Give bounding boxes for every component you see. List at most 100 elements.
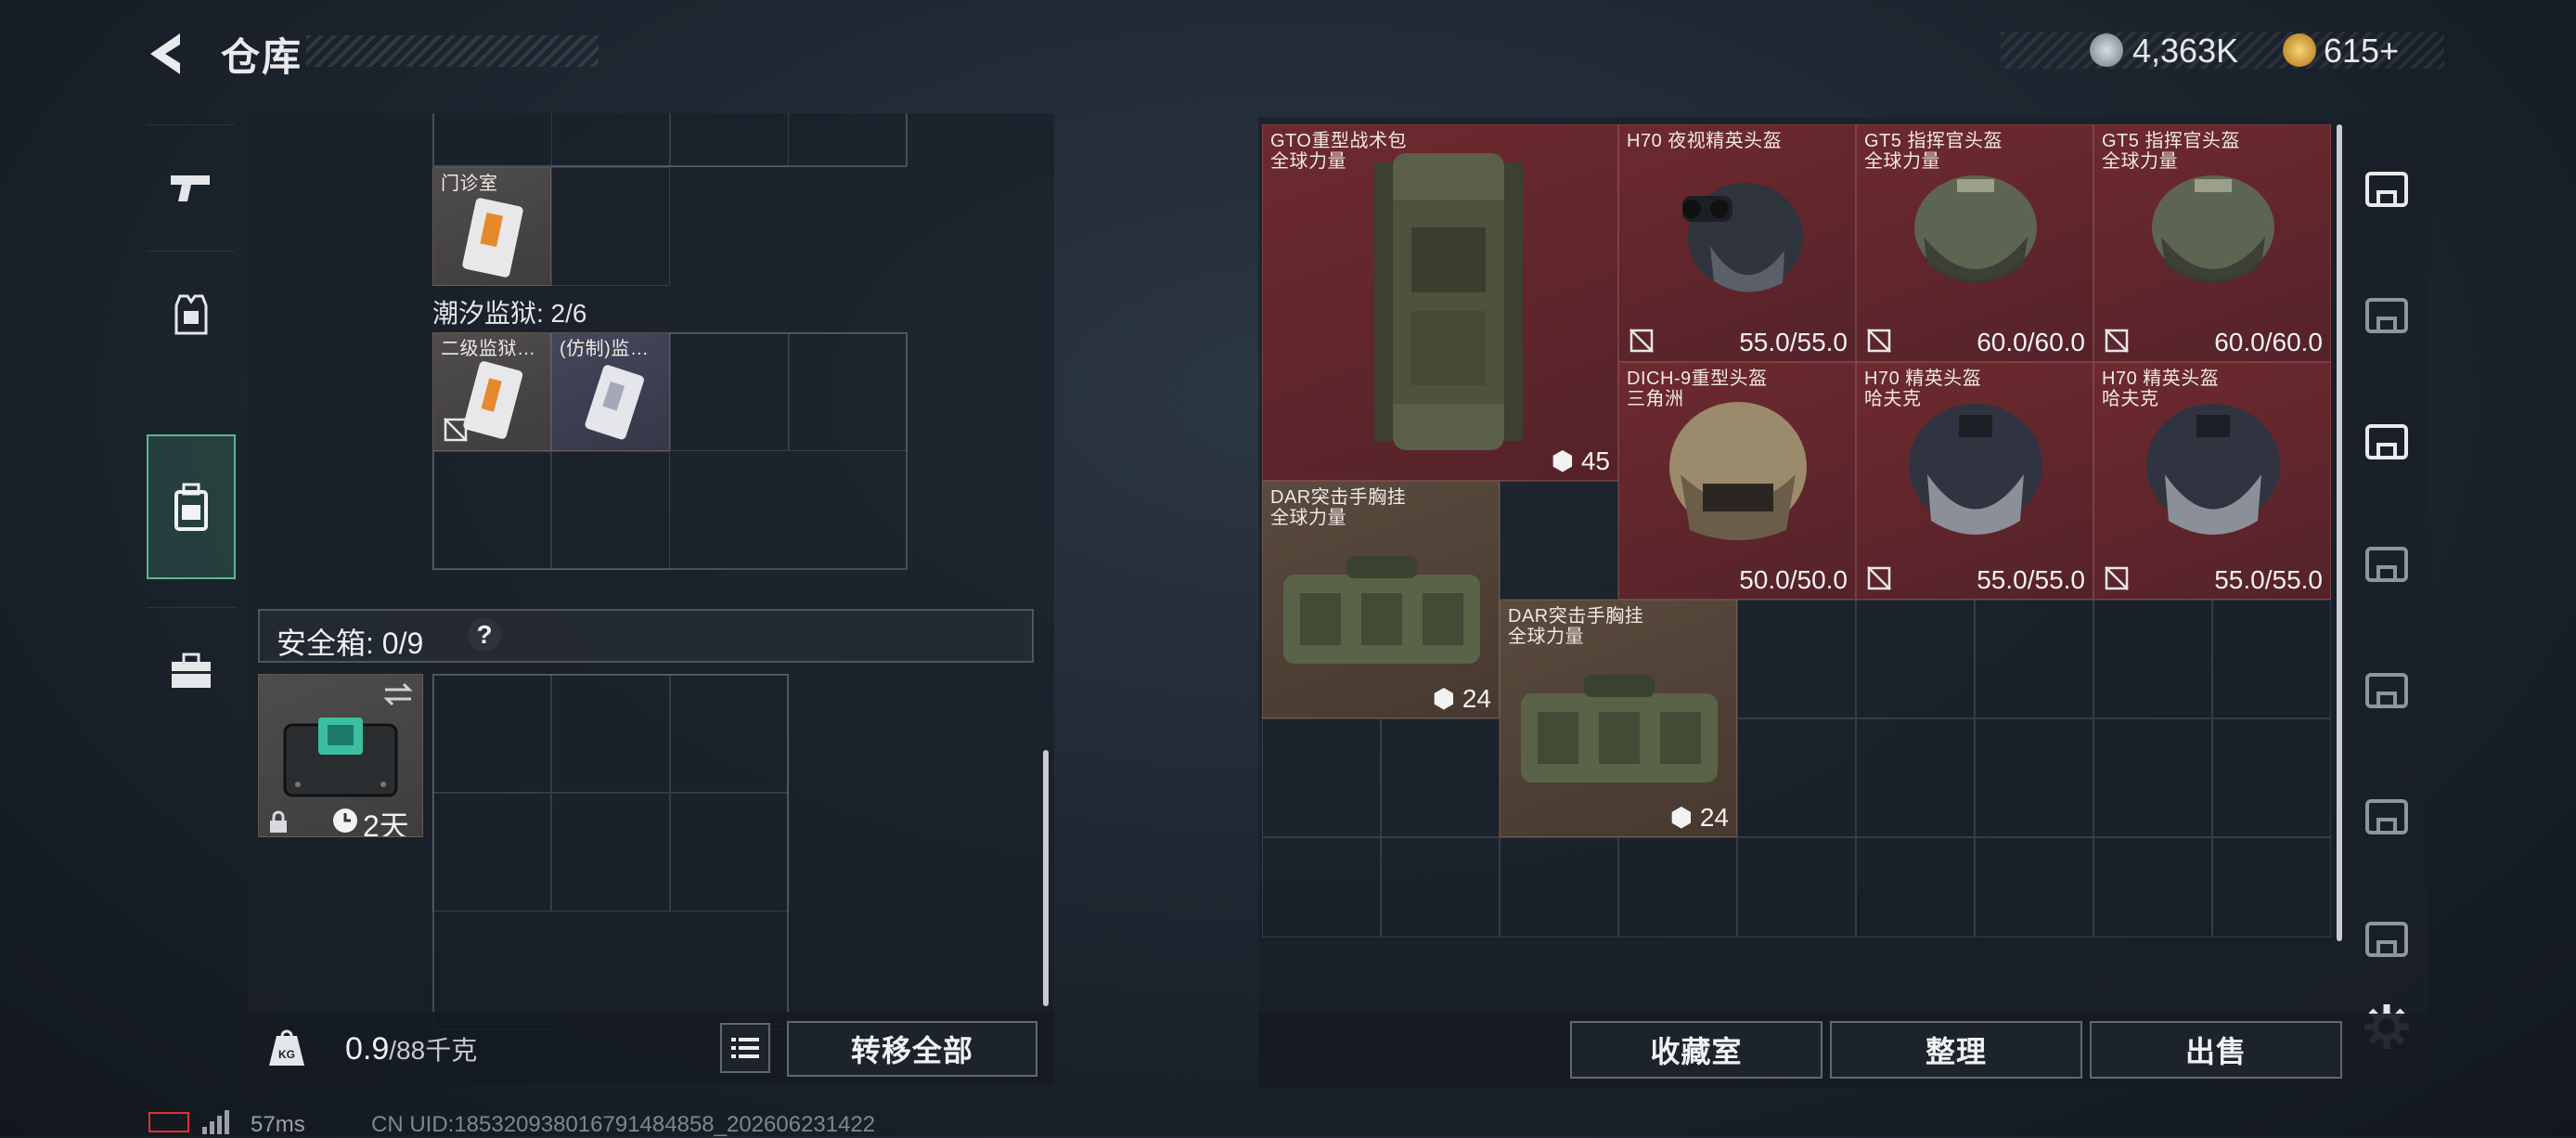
item-faction: 全球力量	[1270, 151, 1346, 172]
grid-cell	[551, 451, 670, 570]
back-arrow-icon[interactable]	[139, 26, 195, 82]
item-name-text: DAR突击手胸挂	[1508, 606, 1644, 627]
grid-cell	[432, 451, 551, 570]
collection-room-button[interactable]: 收藏室	[1570, 1021, 1823, 1079]
capacity-icon: ⬢	[1432, 684, 1462, 713]
capacity-value: 45	[1580, 446, 1610, 475]
stash-item-helmet[interactable]: H70 精英头盔 哈夫克 55.0/55.0	[2093, 362, 2331, 600]
stash-grid-cell	[1737, 600, 1856, 718]
weight-icon: KG	[269, 1029, 304, 1066]
stash-scrollbar[interactable]	[2337, 124, 2342, 941]
item-name-text: DAR突击手胸挂	[1270, 487, 1407, 508]
no-trade-icon	[1867, 329, 1891, 353]
no-trade-icon	[2105, 566, 2129, 590]
item-name-text: H70 精英头盔	[2102, 369, 2220, 389]
keycard-item[interactable]: 二级监狱…	[432, 332, 551, 451]
elite-helmet-icon	[2146, 404, 2280, 535]
nav-weapons[interactable]	[147, 124, 236, 252]
item-name: 门诊室	[441, 174, 498, 194]
item-name: DAR突击手胸挂 全球力量	[1508, 606, 1643, 647]
night-vision-helmet-icon	[1682, 183, 1803, 292]
grid-cell	[551, 793, 670, 912]
stash-item-backpack[interactable]: GTO重型战术包 全球力量 ⬢ 45	[1262, 124, 1618, 481]
stash-item-helmet[interactable]: H70 精英头盔 哈夫克 55.0/55.0	[1856, 362, 2093, 600]
item-name: 二级监狱…	[441, 339, 536, 359]
stash-grid-cell	[1737, 837, 1856, 938]
silver-currency-value: 4,363K	[2132, 32, 2239, 70]
grid-cell	[789, 332, 908, 451]
svg-text:KG: KG	[278, 1048, 295, 1061]
list-view-button[interactable]	[720, 1023, 770, 1073]
nav-armor[interactable]	[147, 251, 236, 378]
no-trade-icon	[444, 418, 468, 442]
stash-grid-cell	[1856, 600, 1975, 718]
elite-helmet-icon	[1909, 404, 2042, 535]
stash-item-helmet[interactable]: GT5 指挥官头盔 全球力量 60.0/60.0	[2093, 124, 2331, 362]
durability: 60.0/60.0	[1977, 328, 2085, 356]
stash-item-chest-rig[interactable]: DAR突击手胸挂 全球力量 ⬢ 24	[1500, 600, 1737, 837]
stash-item-helmet[interactable]: GT5 指挥官头盔 全球力量 60.0/60.0	[1856, 124, 2093, 362]
item-name: (仿制)监…	[560, 339, 650, 359]
ping: 57ms	[251, 1112, 305, 1137]
uid: CN UID:18532093801679148485​8_2026062314…	[371, 1112, 876, 1137]
stash-grid-cell	[1262, 837, 1381, 938]
stash-grid-cell	[1737, 718, 1856, 837]
item-name-text: DICH-9重型头盔	[1627, 369, 1768, 389]
nav-backpack[interactable]	[147, 434, 236, 579]
grid-cell	[670, 793, 789, 912]
item-name: DAR突击手胸挂 全球力量	[1270, 487, 1406, 528]
safebox-label: 安全箱: 0/9	[277, 627, 424, 660]
stash-grid-cell	[1975, 718, 2093, 837]
stash-grid-cell	[1856, 837, 1975, 938]
tier-iv-box-icon[interactable]	[2357, 535, 2416, 594]
stash-item-helmet[interactable]: H70 夜视精英头盔 55.0/55.0	[1618, 124, 1856, 362]
capacity-icon: ⬢	[1551, 446, 1581, 475]
backpack-scrollbar[interactable]	[1043, 750, 1049, 1006]
grid-empty-area	[670, 451, 908, 570]
stash-item-chest-rig[interactable]: DAR突击手胸挂 全球力量 ⬢ 24	[1262, 481, 1500, 718]
stash-item-helmet[interactable]: DICH-9重型头盔 三角洲 50.0/50.0	[1618, 362, 1856, 600]
grid-cell	[670, 674, 789, 793]
transfer-all-button[interactable]: 转移全部	[787, 1021, 1037, 1077]
stash-grid-cell	[1381, 718, 1500, 837]
no-trade-icon	[1629, 329, 1654, 353]
page-title: 仓库	[221, 35, 303, 79]
sell-button[interactable]: 出售	[2090, 1021, 2342, 1079]
sort-button[interactable]: 整理	[1830, 1021, 2082, 1079]
tier-iv-icon[interactable]	[2357, 412, 2416, 472]
stash-grid-cell	[2212, 718, 2331, 837]
battery-icon	[148, 1112, 189, 1132]
list-icon	[731, 1038, 759, 1058]
durability: 55.0/55.0	[1739, 328, 1848, 356]
heavy-helmet-icon	[1669, 402, 1807, 540]
grid-cell	[551, 674, 670, 793]
stash-grid-cell	[1500, 837, 1618, 938]
capacity-value: 24	[1462, 684, 1491, 713]
tier-v-icon[interactable]	[2357, 661, 2416, 720]
commander-helmet-icon	[1914, 175, 2037, 283]
keycard-icon	[462, 198, 523, 278]
weight-readout: 0.9/88千克	[345, 1030, 477, 1067]
grid-cell	[432, 793, 551, 912]
keycard-item[interactable]: 门诊室	[432, 167, 551, 286]
pistol-icon	[171, 175, 210, 201]
clock-icon	[333, 808, 357, 833]
tier-g-icon[interactable]	[2357, 286, 2416, 345]
item-name: H70 夜视精英头盔	[1627, 131, 1783, 151]
title-stripe-decoration	[306, 35, 599, 67]
base-icon[interactable]	[2357, 160, 2416, 219]
item-faction: 全球力量	[1508, 627, 1584, 647]
tier-v-icon[interactable]	[2357, 787, 2416, 847]
stash-grid-cell	[2212, 600, 2331, 718]
item-capacity: ⬢ 24	[1433, 683, 1491, 714]
nav-toolbox[interactable]	[147, 607, 236, 734]
safebox-help-icon[interactable]: ?	[468, 618, 501, 652]
item-name-text: GT5 指挥官头盔	[2102, 131, 2240, 151]
swap-icon	[383, 682, 413, 706]
stash-grid-cell	[1856, 718, 1975, 837]
tier-v-icon[interactable]	[2357, 910, 2416, 969]
safebox-item[interactable]: 2天	[258, 674, 423, 837]
gold-currency-value[interactable]: 615+	[2324, 32, 2399, 71]
keycard-item[interactable]: (仿制)监…	[551, 332, 670, 451]
item-capacity: ⬢ 45	[1552, 446, 1610, 476]
